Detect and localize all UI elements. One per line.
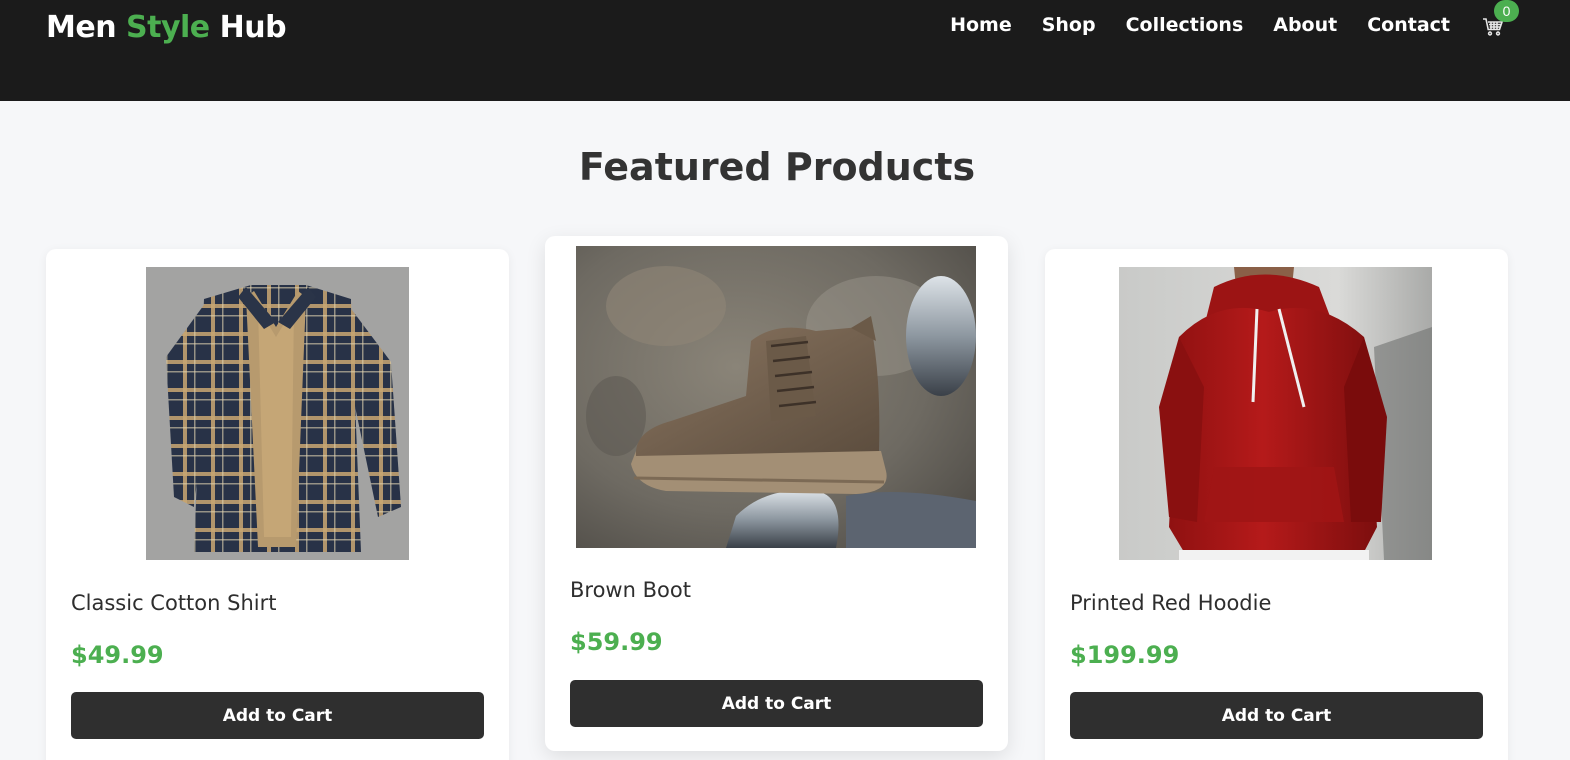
nav-home[interactable]: Home xyxy=(950,14,1012,36)
product-image-hoodie[interactable] xyxy=(1119,267,1432,560)
product-name: Brown Boot xyxy=(570,578,691,602)
brand-name-part1: Men xyxy=(46,10,127,45)
section-title: Featured Products xyxy=(578,145,976,189)
product-image-shirt[interactable] xyxy=(146,267,409,560)
nav-shop[interactable]: Shop xyxy=(1042,14,1096,36)
cart-count-badge: 0 xyxy=(1494,0,1519,22)
product-price: $59.99 xyxy=(570,628,663,656)
product-card: Brown Boot $59.99 Add to Cart xyxy=(545,236,1008,751)
product-card: Printed Red Hoodie $199.99 Add to Cart xyxy=(1045,249,1508,760)
brand-logo[interactable]: Men Style Hub xyxy=(46,10,287,45)
product-image-boot[interactable] xyxy=(576,246,976,548)
add-to-cart-button[interactable]: Add to Cart xyxy=(71,692,484,739)
main-nav: Home Shop Collections About Contact xyxy=(950,14,1450,36)
product-name: Classic Cotton Shirt xyxy=(71,591,277,615)
brand-name-part2: Hub xyxy=(209,10,287,45)
product-card: Classic Cotton Shirt $49.99 Add to Cart xyxy=(46,249,509,760)
add-to-cart-button[interactable]: Add to Cart xyxy=(1070,692,1483,739)
brand-name-accent: Style xyxy=(126,10,210,45)
nav-collections[interactable]: Collections xyxy=(1126,14,1244,36)
product-name: Printed Red Hoodie xyxy=(1070,591,1272,615)
add-to-cart-button[interactable]: Add to Cart xyxy=(570,680,983,727)
nav-about[interactable]: About xyxy=(1273,14,1337,36)
site-header: Men Style Hub Home Shop Collections Abou… xyxy=(0,0,1570,101)
nav-contact[interactable]: Contact xyxy=(1367,14,1450,36)
product-price: $199.99 xyxy=(1070,641,1180,669)
product-price: $49.99 xyxy=(71,641,164,669)
